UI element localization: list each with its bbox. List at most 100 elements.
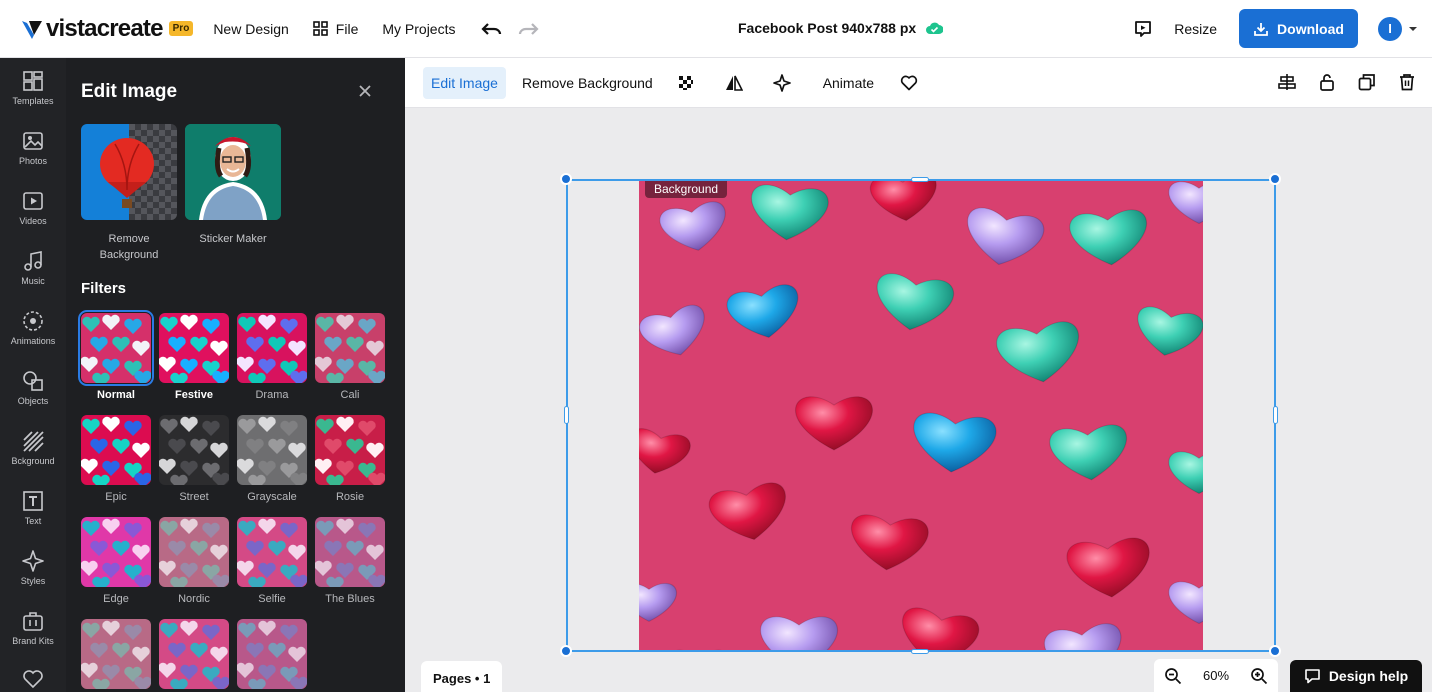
animate-button[interactable]: Animate xyxy=(815,67,882,99)
filters-title: Filters xyxy=(81,280,127,297)
remove-background-tool[interactable]: Remove Background xyxy=(81,124,177,263)
sticker-maker-tool[interactable]: Sticker Maker xyxy=(185,124,281,247)
rail-item-animations[interactable]: Animations xyxy=(0,298,66,358)
rail-label: Music xyxy=(21,276,45,286)
resize-handle-top[interactable] xyxy=(911,177,929,182)
rail-item-favorites[interactable] xyxy=(0,658,66,692)
resize-handle-top-right[interactable] xyxy=(1269,173,1281,185)
resize-handle-bottom-left[interactable] xyxy=(560,645,572,657)
filter-thumbnail xyxy=(315,517,385,587)
new-design-button[interactable]: New Design xyxy=(213,21,288,37)
filter-rosie[interactable]: Rosie xyxy=(315,415,385,503)
resize-handle-bottom-right[interactable] xyxy=(1269,645,1281,657)
filter-label: Street xyxy=(179,491,209,503)
balloon-image xyxy=(81,124,177,220)
filter-nordic[interactable]: Nordic xyxy=(159,517,229,605)
filter-drama[interactable]: Drama xyxy=(237,313,307,401)
rail-label: Templates xyxy=(12,96,54,106)
filter-selfie[interactable]: Selfie xyxy=(237,517,307,605)
download-icon xyxy=(1254,22,1268,36)
pro-badge: Pro xyxy=(168,21,194,36)
preview-icon[interactable] xyxy=(1134,20,1152,38)
pages-button[interactable]: Pages • 1 xyxy=(421,661,503,692)
undo-icon[interactable] xyxy=(481,22,503,36)
heart-icon xyxy=(23,670,43,689)
filter-edge[interactable]: Edge xyxy=(81,517,151,605)
filter-more[interactable] xyxy=(237,619,307,689)
rail-item-text[interactable]: Text xyxy=(0,478,66,538)
styles-icon xyxy=(22,550,44,572)
remove-background-button[interactable]: Remove Background xyxy=(514,67,661,99)
filter-label: The Blues xyxy=(325,593,375,605)
rail-item-photos[interactable]: Photos xyxy=(0,118,66,178)
filter-label: Selfie xyxy=(258,593,286,605)
design-help-button[interactable]: Design help xyxy=(1290,660,1422,692)
filter-thumbnail xyxy=(159,313,229,383)
tool-label: Remove Background xyxy=(99,233,159,261)
chevron-down-icon[interactable] xyxy=(1408,26,1418,32)
favorite-button[interactable] xyxy=(892,67,926,99)
trash-icon[interactable] xyxy=(1398,73,1416,91)
filter-cali[interactable]: Cali xyxy=(315,313,385,401)
top-bar: vistacreate Pro New Design File My Proje… xyxy=(0,0,1432,58)
filter-street[interactable]: Street xyxy=(159,415,229,503)
file-menu-button[interactable]: File xyxy=(312,21,358,37)
resize-handle-right[interactable] xyxy=(1273,406,1278,424)
download-button[interactable]: Download xyxy=(1239,9,1358,48)
filter-more[interactable] xyxy=(81,619,151,689)
rail-item-templates[interactable]: Templates xyxy=(0,58,66,118)
transparency-button[interactable] xyxy=(669,67,703,99)
filter-label: Drama xyxy=(255,389,289,401)
filter-grayscale[interactable]: Grayscale xyxy=(237,415,307,503)
zoom-out-icon[interactable] xyxy=(1164,667,1182,685)
zoom-value: 60% xyxy=(1202,668,1230,683)
redo-icon[interactable] xyxy=(517,22,540,36)
document-title[interactable]: Facebook Post 940x788 px xyxy=(738,20,944,36)
resize-handle-left[interactable] xyxy=(564,406,569,424)
new-design-label: New Design xyxy=(213,20,289,37)
resize-label: Resize xyxy=(1174,20,1217,37)
rail-item-videos[interactable]: Videos xyxy=(0,178,66,238)
filter-the-blues[interactable]: The Blues xyxy=(315,517,385,605)
flip-button[interactable] xyxy=(717,67,751,99)
resize-handle-bottom[interactable] xyxy=(911,649,929,654)
rail-label: Objects xyxy=(17,396,49,406)
zoom-in-icon[interactable] xyxy=(1250,667,1268,685)
design-help-label: Design help xyxy=(1328,668,1409,684)
unlock-icon[interactable] xyxy=(1318,73,1336,91)
rail-label: Brand Kits xyxy=(12,636,54,646)
pages-label: Pages • 1 xyxy=(433,671,491,686)
selection-box[interactable] xyxy=(566,179,1276,652)
align-icon[interactable] xyxy=(1278,73,1296,91)
videos-icon xyxy=(23,192,43,210)
heart-icon xyxy=(900,75,918,90)
chat-bubble-icon xyxy=(1305,669,1320,684)
rail-item-brand-kits[interactable]: Brand Kits xyxy=(0,598,66,658)
filter-label: Cali xyxy=(340,389,360,401)
rail-item-styles[interactable]: Styles xyxy=(0,538,66,598)
filter-festive[interactable]: Festive xyxy=(159,313,229,401)
resize-handle-top-left[interactable] xyxy=(560,173,572,185)
animate-label: Animate xyxy=(822,74,875,91)
rail-label: Videos xyxy=(19,216,47,226)
my-projects-label: My Projects xyxy=(382,20,456,37)
download-label: Download xyxy=(1277,20,1344,37)
my-projects-button[interactable]: My Projects xyxy=(382,21,455,37)
close-icon[interactable] xyxy=(356,82,374,100)
image-toolbar: Edit Image Remove Background Animate xyxy=(405,58,1432,108)
filter-more[interactable] xyxy=(159,619,229,689)
effects-button[interactable] xyxy=(765,67,799,99)
music-icon xyxy=(24,251,42,271)
duplicate-icon[interactable] xyxy=(1358,73,1376,91)
edit-image-label: Edit Image xyxy=(431,74,498,91)
filter-label: Grayscale xyxy=(247,491,297,503)
avatar[interactable]: I xyxy=(1378,16,1402,41)
rail-item-objects[interactable]: Objects xyxy=(0,358,66,418)
rail-item-music[interactable]: Music xyxy=(0,238,66,298)
edit-image-button[interactable]: Edit Image xyxy=(423,66,506,99)
filter-normal[interactable]: Normal xyxy=(78,310,154,401)
resize-button[interactable]: Resize xyxy=(1174,21,1217,37)
logo[interactable]: vistacreate Pro xyxy=(20,15,194,43)
rail-item-background[interactable]: Bckground xyxy=(0,418,66,478)
filter-epic[interactable]: Epic xyxy=(81,415,151,503)
